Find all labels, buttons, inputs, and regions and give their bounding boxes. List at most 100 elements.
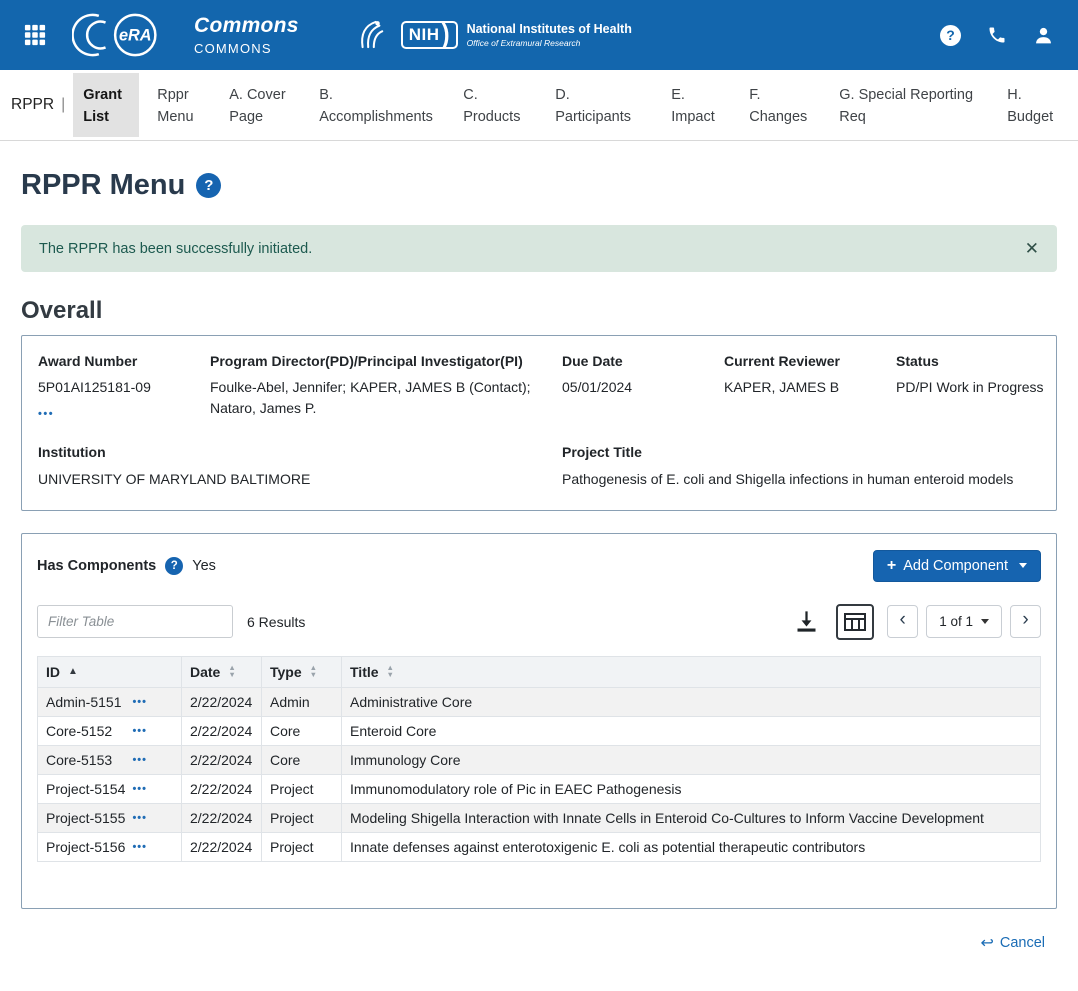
- nih-name: National Institutes of Health: [467, 22, 632, 36]
- institution-field: Institution UNIVERSITY OF MARYLAND BALTI…: [38, 442, 562, 489]
- previous-page-button[interactable]: ‹: [887, 605, 918, 638]
- tab-grant-list[interactable]: Grant List: [73, 73, 139, 137]
- main-content: RPPR Menu ? The RPPR has been successful…: [0, 169, 1078, 991]
- page-select[interactable]: 1 of 1: [926, 605, 1002, 638]
- status-value: PD/PI Work in Progress: [896, 377, 1062, 398]
- chevron-right-icon: ›: [1022, 609, 1028, 631]
- tab-rppr-menu[interactable]: Rppr Menu: [147, 73, 211, 137]
- phone-icon[interactable]: [987, 25, 1007, 45]
- row-actions-button[interactable]: •••: [132, 841, 147, 853]
- award-number-label: Award Number: [38, 351, 210, 371]
- commons-brand: Commons COMMONS: [194, 14, 299, 56]
- era-commons-logo[interactable]: eRA: [72, 9, 164, 61]
- apps-grid-icon[interactable]: [24, 24, 46, 46]
- brand-subtitle: COMMONS: [194, 41, 299, 56]
- nav-tabs: Grant List Rppr Menu A. Cover Page B. Ac…: [69, 70, 1073, 140]
- nih-acronym: NIH: [409, 25, 440, 45]
- page-title: RPPR Menu: [21, 169, 185, 202]
- has-components-label: Has Components: [37, 558, 156, 574]
- components-panel: Has Components ? Yes + Add Component 6 R…: [21, 533, 1057, 909]
- tab-special-reporting[interactable]: G. Special Reporting Req: [829, 73, 989, 137]
- overall-panel: Award Number 5P01AI125181-09 ••• Program…: [21, 335, 1057, 511]
- sort-icon: ▲▼: [310, 665, 317, 678]
- nih-office: Office of Extramural Research: [467, 38, 632, 48]
- success-alert: The RPPR has been successfully initiated…: [21, 225, 1057, 272]
- table-row: Core-5153••• 2/22/2024 Core Immunology C…: [38, 745, 1041, 774]
- add-component-button[interactable]: + Add Component: [873, 550, 1041, 582]
- filter-table-input[interactable]: [37, 605, 233, 638]
- column-header-date[interactable]: Date ▲▼: [182, 656, 262, 687]
- return-arrow-icon: ↩: [980, 935, 993, 951]
- page-help-icon[interactable]: ?: [196, 173, 221, 198]
- brand-title: Commons: [194, 14, 299, 38]
- next-page-button[interactable]: ›: [1010, 605, 1041, 638]
- institution-label: Institution: [38, 442, 562, 462]
- pi-label: Program Director(PD)/Principal Investiga…: [210, 351, 562, 371]
- project-title-label: Project Title: [562, 442, 1062, 462]
- nih-logo: NIH ) National Institutes of Health Offi…: [401, 21, 632, 49]
- tab-impact[interactable]: E. Impact: [661, 73, 731, 137]
- results-count: 6 Results: [247, 614, 305, 630]
- tab-participants[interactable]: D. Participants: [545, 73, 653, 137]
- tab-budget[interactable]: H. Budget: [997, 73, 1069, 137]
- award-number-field: Award Number 5P01AI125181-09 •••: [38, 351, 210, 420]
- alert-message: The RPPR has been successfully initiated…: [39, 241, 312, 257]
- caret-down-icon: [1019, 563, 1027, 568]
- nih-paren-mark: ): [442, 24, 450, 46]
- chevron-left-icon: ‹: [900, 609, 906, 631]
- components-table: ID ▲ Date ▲▼ Type ▲▼: [37, 656, 1041, 862]
- nih-text-block: National Institutes of Health Office of …: [467, 22, 632, 48]
- institution-value: UNIVERSITY OF MARYLAND BALTIMORE: [38, 469, 562, 490]
- award-number-value: 5P01AI125181-09: [38, 377, 210, 398]
- rppr-navigation: RPPR | Grant List Rppr Menu A. Cover Pag…: [0, 70, 1078, 141]
- column-header-type[interactable]: Type ▲▼: [262, 656, 342, 687]
- row-actions-button[interactable]: •••: [132, 783, 147, 795]
- table-row: Project-5155••• 2/22/2024 Project Modeli…: [38, 803, 1041, 832]
- due-date-field: Due Date 05/01/2024: [562, 351, 724, 420]
- has-components-field: Has Components ? Yes: [37, 557, 216, 575]
- row-actions-button[interactable]: •••: [132, 725, 147, 737]
- table-view-icon[interactable]: [836, 604, 874, 640]
- nav-divider: |: [61, 96, 65, 114]
- sort-icon: ▲▼: [387, 665, 394, 678]
- column-header-title[interactable]: Title ▲▼: [342, 656, 1041, 687]
- hhs-eagle-icon: [357, 18, 385, 52]
- chevron-down-icon: [981, 619, 989, 624]
- status-label: Status: [896, 351, 1062, 371]
- user-account-icon[interactable]: [1033, 25, 1054, 46]
- download-icon[interactable]: [793, 608, 820, 635]
- due-date-value: 05/01/2024: [562, 377, 724, 398]
- nih-logo-mark: NIH ): [401, 21, 458, 49]
- sort-icon: ▲▼: [228, 665, 235, 678]
- row-actions-button[interactable]: •••: [132, 696, 147, 708]
- row-actions-button[interactable]: •••: [132, 812, 147, 824]
- nav-section-label: RPPR: [11, 96, 54, 114]
- has-components-help-icon[interactable]: ?: [165, 557, 183, 575]
- top-header: eRA Commons COMMONS NIH ) National Insti…: [0, 0, 1078, 70]
- table-row: Core-5152••• 2/22/2024 Core Enteroid Cor…: [38, 716, 1041, 745]
- due-date-label: Due Date: [562, 351, 724, 371]
- table-row: Project-5154••• 2/22/2024 Project Immuno…: [38, 774, 1041, 803]
- pi-field: Program Director(PD)/Principal Investiga…: [210, 351, 562, 420]
- help-icon[interactable]: ?: [940, 25, 961, 46]
- table-row: Admin-5151••• 2/22/2024 Admin Administra…: [38, 687, 1041, 716]
- tab-cover-page[interactable]: A. Cover Page: [219, 73, 301, 137]
- tab-changes[interactable]: F. Changes: [739, 73, 821, 137]
- current-reviewer-label: Current Reviewer: [724, 351, 896, 371]
- overall-heading: Overall: [21, 297, 1057, 325]
- era-logo-text: eRA: [119, 27, 152, 45]
- tab-accomplishments[interactable]: B. Accomplishments: [309, 73, 445, 137]
- status-field: Status PD/PI Work in Progress: [896, 351, 1062, 420]
- award-actions-button[interactable]: •••: [38, 408, 54, 420]
- close-icon[interactable]: ✕: [1025, 240, 1039, 257]
- current-reviewer-value: KAPER, JAMES B: [724, 377, 896, 398]
- has-components-value: Yes: [192, 558, 216, 574]
- plus-icon: +: [887, 558, 896, 574]
- sort-ascending-icon: ▲: [68, 666, 78, 677]
- project-title-value: Pathogenesis of E. coli and Shigella inf…: [562, 469, 1062, 490]
- row-actions-button[interactable]: •••: [132, 754, 147, 766]
- current-reviewer-field: Current Reviewer KAPER, JAMES B: [724, 351, 896, 420]
- cancel-button[interactable]: ↩ Cancel: [980, 935, 1045, 951]
- tab-products[interactable]: C. Products: [453, 73, 537, 137]
- column-header-id[interactable]: ID ▲: [38, 656, 182, 687]
